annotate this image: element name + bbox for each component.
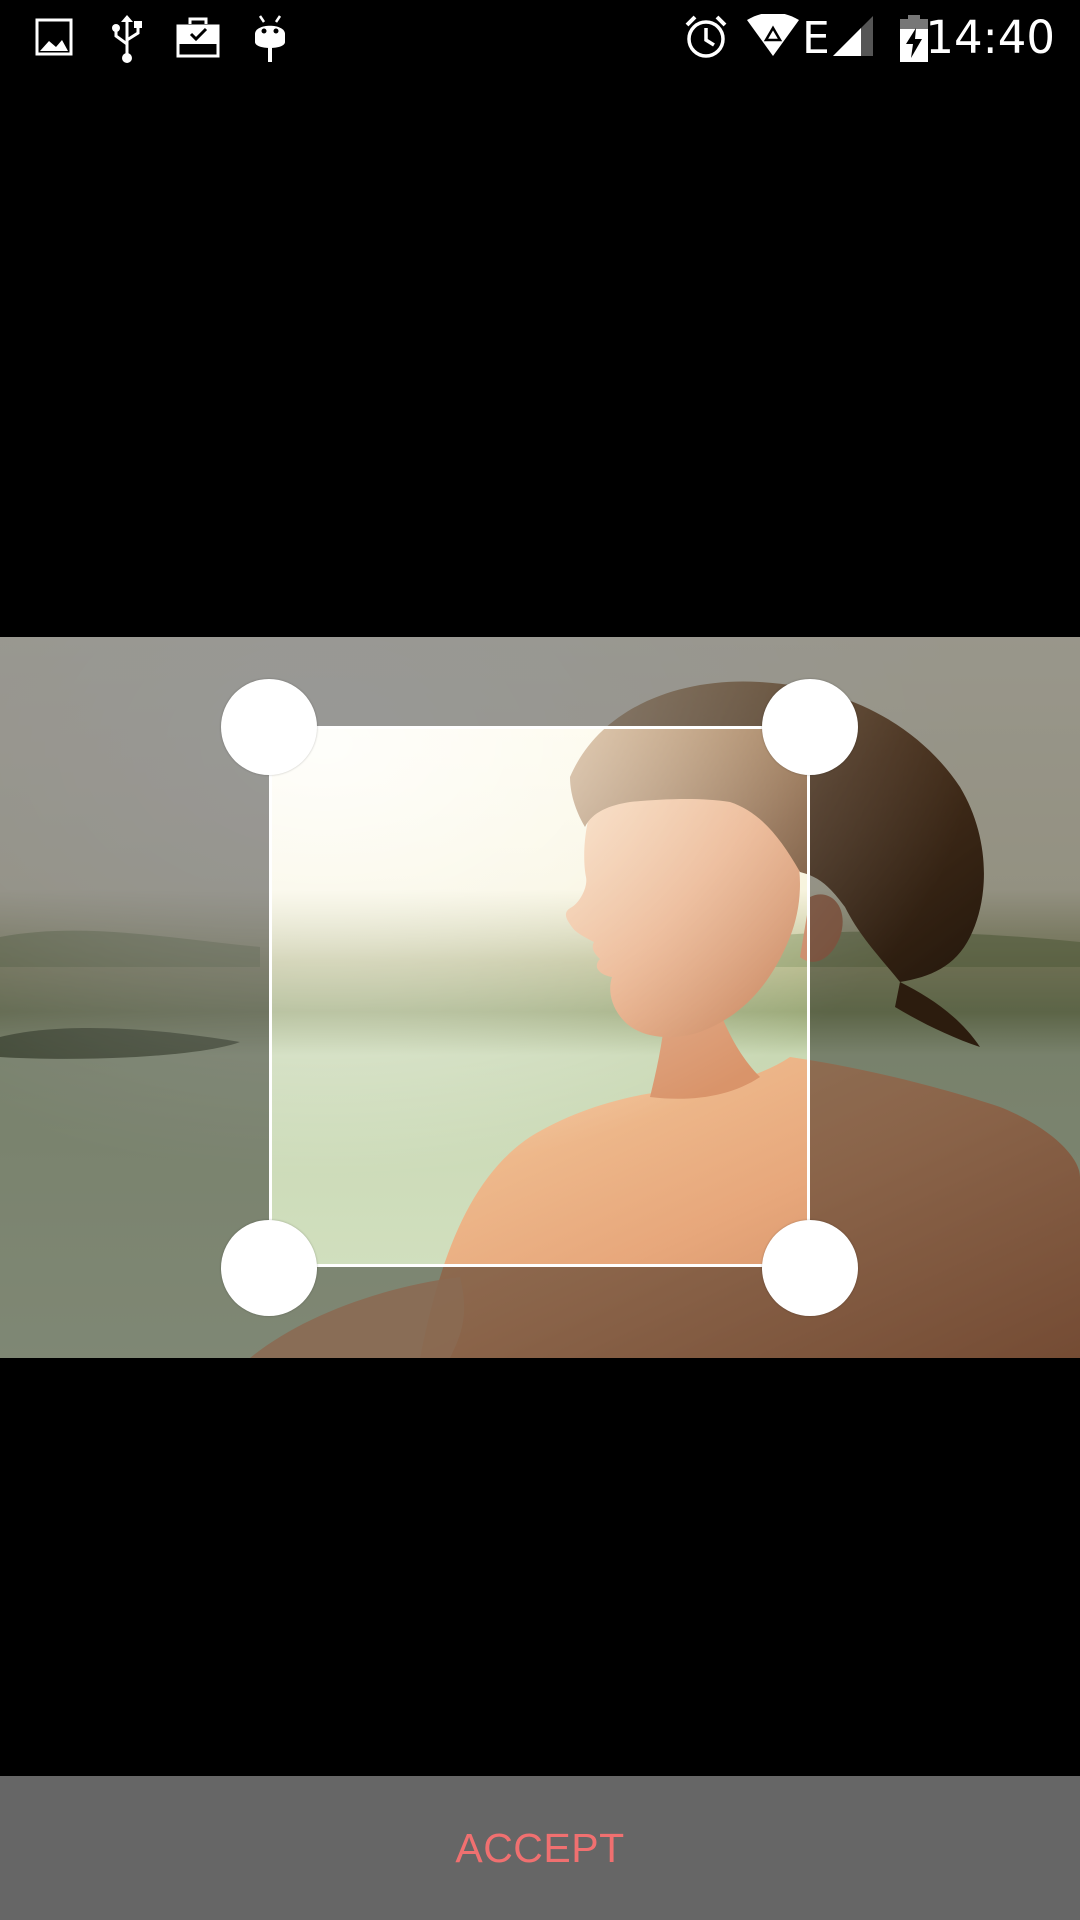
signal-icon — [831, 14, 875, 60]
usb-icon — [108, 14, 146, 63]
screen: E 14:40 ACCEPT — [0, 0, 1080, 1920]
accept-button[interactable]: ACCEPT — [415, 1805, 664, 1892]
android-debug-icon — [252, 14, 288, 62]
status-bar: E 14:40 — [0, 0, 1080, 75]
action-bar: ACCEPT — [0, 1776, 1080, 1920]
wifi-icon — [746, 14, 800, 60]
crop-handle-top-right[interactable] — [762, 679, 858, 775]
briefcase-check-icon — [175, 14, 221, 60]
crop-handle-bottom-left[interactable] — [221, 1220, 317, 1316]
crop-handle-top-left[interactable] — [221, 679, 317, 775]
crop-handle-bottom-right[interactable] — [762, 1220, 858, 1316]
image-icon — [35, 14, 73, 60]
crop-frame[interactable] — [269, 726, 810, 1267]
network-type-icon: E — [802, 13, 830, 64]
alarm-icon — [683, 14, 729, 60]
clock: 14:40 — [925, 11, 1055, 64]
